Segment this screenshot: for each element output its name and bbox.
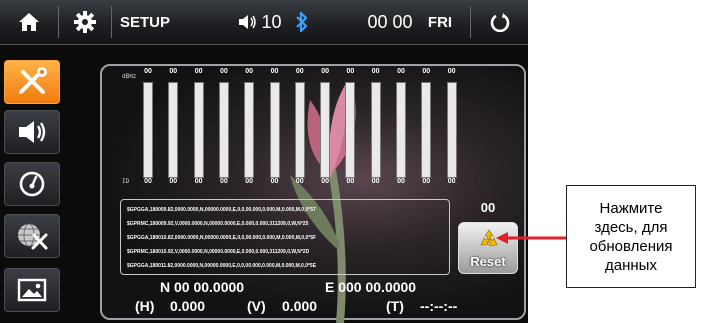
annotation-callout: Нажмите здесь, для обновления данных (566, 185, 696, 288)
callout-text: Нажмите здесь, для обновления данных (589, 199, 673, 274)
